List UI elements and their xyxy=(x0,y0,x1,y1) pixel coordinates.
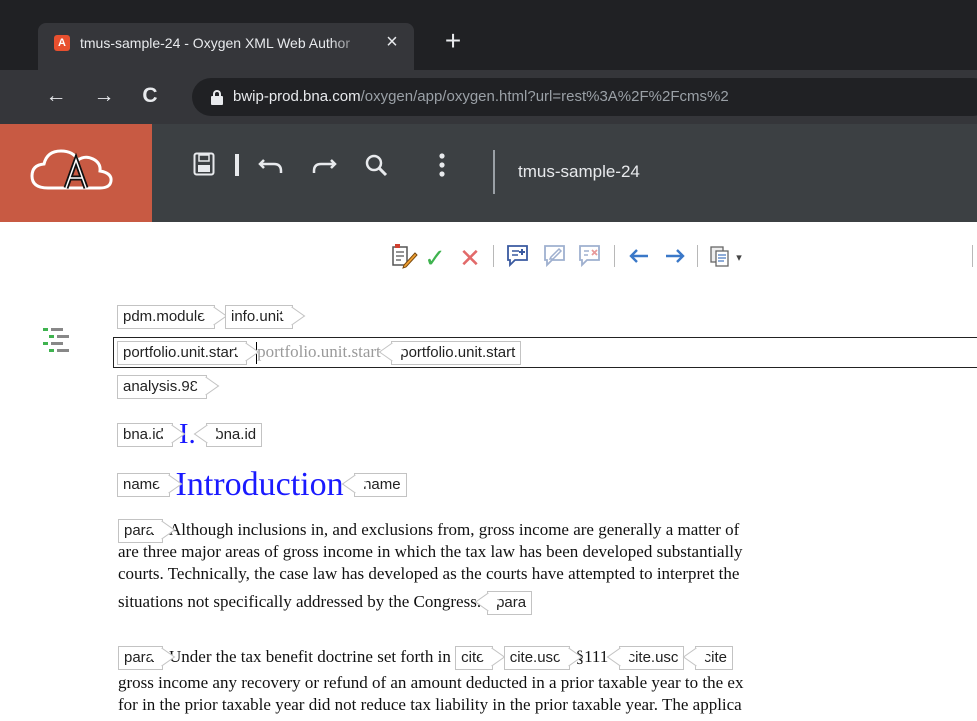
paragraph-line: for in the prior taxable year did not re… xyxy=(118,695,742,714)
paragraph-1[interactable]: para Although inclusions in, and exclusio… xyxy=(118,519,977,616)
paragraph-line: gross income any recovery or refund of a… xyxy=(118,673,744,692)
edit-toolbar-separator xyxy=(697,245,698,267)
edit-toolbar-separator xyxy=(972,245,973,267)
url-text[interactable]: bwip-prod.bna.com/oxygen/app/oxygen.html… xyxy=(233,86,729,108)
tag-para-open[interactable]: para xyxy=(118,519,164,544)
tag-cite-usc-open[interactable]: cite.usc xyxy=(503,646,570,671)
breadcrumb-row: pdm.module info.unit xyxy=(117,305,299,329)
back-icon[interactable]: ← xyxy=(42,82,70,110)
previous-change-icon[interactable] xyxy=(624,243,654,273)
paragraph-text: situations not specifically addressed by… xyxy=(118,592,482,611)
paragraph-line: situations not specifically addressed by… xyxy=(118,585,977,616)
reload-icon[interactable]: C xyxy=(136,82,164,110)
next-change-icon[interactable] xyxy=(660,243,690,273)
oxygen-cloud-logo-icon xyxy=(30,149,113,190)
name-row: name Introduction name xyxy=(117,466,407,504)
paragraph-2[interactable]: para Under the tax benefit doctrine set f… xyxy=(118,646,977,716)
reject-change-icon[interactable]: ✕ xyxy=(455,243,485,273)
paragraph-line: para Under the tax benefit doctrine set f… xyxy=(118,646,977,672)
tag-para-open[interactable]: para xyxy=(118,646,164,671)
paragraph-line: para Although inclusions in, and exclusio… xyxy=(118,519,977,544)
tag-name-close[interactable]: name xyxy=(354,473,407,497)
tag-pdm-module[interactable]: pdm.module xyxy=(117,305,215,329)
tag-portfolio-unit-start-open[interactable]: portfolio.unit.start xyxy=(117,341,248,365)
paragraph-text: Although inclusions in, and exclusions f… xyxy=(169,520,740,539)
tag-cite-close[interactable]: cite xyxy=(694,646,734,671)
tag-bna-id-close[interactable]: bna.id xyxy=(206,422,263,447)
url-path: /oxygen/app/oxygen.html?url=rest%3A%2F%2… xyxy=(360,88,729,105)
more-icon[interactable] xyxy=(434,150,450,182)
tag-name-open[interactable]: name xyxy=(117,473,170,497)
add-comment-icon[interactable] xyxy=(503,243,533,273)
toolbar-divider xyxy=(235,154,239,176)
tag-bna-id-open[interactable]: bna.id xyxy=(117,422,173,447)
tag-para-close[interactable]: para xyxy=(487,591,533,616)
paragraph-line: are three major areas of gross income in… xyxy=(118,542,743,561)
lock-icon[interactable] xyxy=(211,90,223,105)
paragraph-text: Under the tax benefit doctrine set forth… xyxy=(169,647,451,666)
tab-close-icon[interactable]: × xyxy=(382,32,402,52)
tag-analysis[interactable]: analysis.98 xyxy=(117,375,208,399)
oxygen-favicon-icon: A xyxy=(54,35,70,51)
remove-comment-icon[interactable] xyxy=(575,243,605,273)
save-icon[interactable] xyxy=(192,152,216,178)
url-host: bwip-prod.bna.com xyxy=(233,88,361,105)
redo-icon[interactable] xyxy=(308,150,340,182)
document-title: tmus-sample-24 xyxy=(518,162,640,181)
new-tab-icon[interactable]: + xyxy=(440,27,466,55)
track-changes-icon[interactable] xyxy=(389,243,419,273)
tag-info-unit[interactable]: info.unit xyxy=(225,305,293,329)
edit-toolbar-separator xyxy=(493,245,494,267)
search-icon[interactable] xyxy=(360,150,392,182)
edit-toolbar xyxy=(0,222,977,294)
paste-dropdown-arrow[interactable]: ▾ xyxy=(733,243,745,273)
paragraph-line: courts. Technically, the case law has de… xyxy=(118,564,740,583)
outline-icon[interactable] xyxy=(43,326,73,352)
portfolio-unit-start-row: portfolio.unit.start portfolio.unit.start… xyxy=(117,341,522,365)
accept-change-icon[interactable]: ✓ xyxy=(420,243,450,273)
header-separator xyxy=(493,150,495,194)
edit-toolbar-separator xyxy=(614,245,615,267)
section-title[interactable]: Introduction xyxy=(176,466,344,503)
undo-icon[interactable] xyxy=(255,150,287,182)
element-placeholder[interactable]: portfolio.unit.start xyxy=(257,342,381,361)
analysis-row: analysis.98 xyxy=(117,375,213,399)
oxygen-logo[interactable] xyxy=(0,124,152,222)
tag-portfolio-unit-start-close[interactable]: portfolio.unit.start xyxy=(391,341,522,365)
bna-id-row: bna.id I. bna.id xyxy=(117,418,263,451)
edit-comment-icon[interactable] xyxy=(540,243,570,273)
tab-title[interactable]: tmus-sample-24 - Oxygen XML Web Author xyxy=(80,33,370,53)
tag-cite-usc-close[interactable]: cite.usc xyxy=(618,646,685,671)
forward-icon[interactable]: → xyxy=(90,82,118,110)
tag-cite-open[interactable]: cite xyxy=(455,646,494,671)
paste-special-icon[interactable] xyxy=(707,243,733,273)
